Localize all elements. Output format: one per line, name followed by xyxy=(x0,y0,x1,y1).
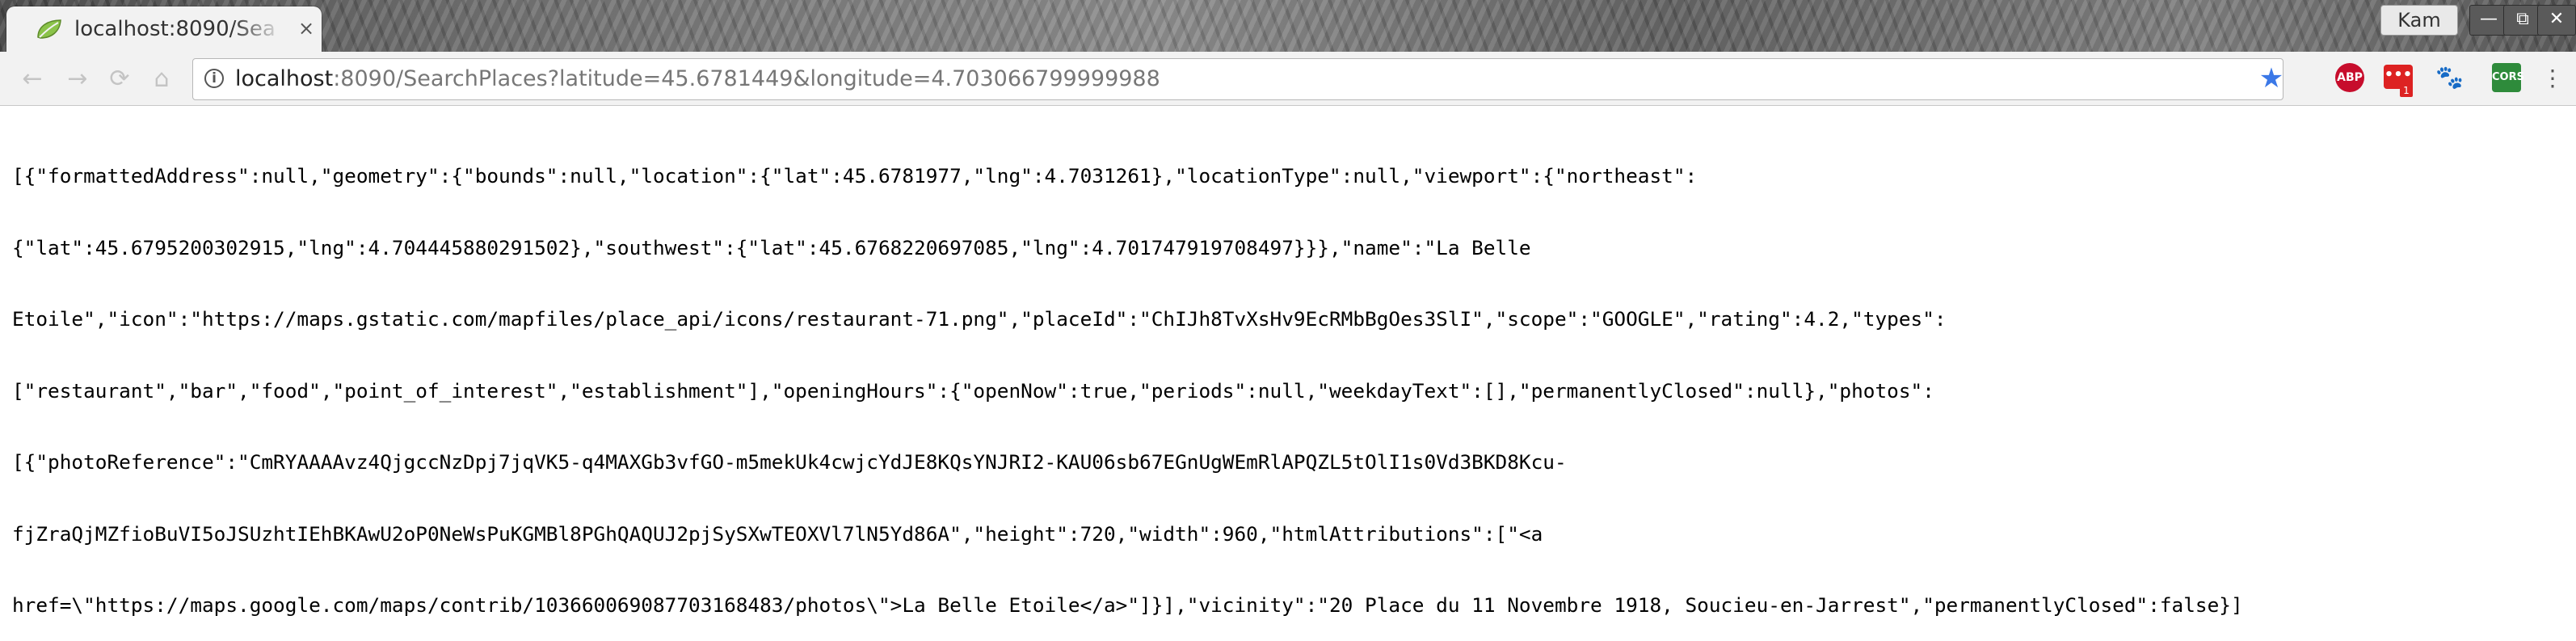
title-bar-background xyxy=(0,0,2576,52)
info-icon[interactable]: i xyxy=(204,69,224,88)
json-response: [{"formattedAddress":null,"geometry":{"b… xyxy=(12,116,2565,641)
json-line: [{"formattedAddress":null,"geometry":{"b… xyxy=(12,164,1698,188)
menu-icon[interactable]: ⋮ xyxy=(2540,65,2565,92)
paw-extension-icon[interactable]: 🐾 xyxy=(2435,63,2464,92)
url-host: localhost xyxy=(235,66,334,91)
json-line: ["restaurant","bar","food","point_of_int… xyxy=(12,378,1934,403)
json-line: href=\"https://maps.google.com/maps/cont… xyxy=(12,593,2243,617)
home-icon[interactable]: ⌂ xyxy=(145,63,178,95)
bookmark-star-icon[interactable]: ★ xyxy=(2257,64,2286,93)
profile-button[interactable]: Kam xyxy=(2380,5,2458,36)
back-arrow-icon[interactable]: ← xyxy=(16,63,48,95)
url-text[interactable]: localhost:8090/SearchPlaces?latitude=45.… xyxy=(235,66,1160,92)
tab-close-icon[interactable]: × xyxy=(294,16,318,40)
url-path: :8090/SearchPlaces?latitude=45.6781449&l… xyxy=(333,66,1160,91)
browser-toolbar: ← → ⟳ ⌂ i localhost:8090/SearchPlaces?la… xyxy=(0,52,2576,106)
minimize-button[interactable]: — xyxy=(2469,5,2508,36)
address-bar[interactable]: i localhost:8090/SearchPlaces?latitude=4… xyxy=(192,58,2283,100)
tab-title: localhost:8090/Sea xyxy=(74,17,276,41)
reload-icon[interactable]: ⟳ xyxy=(103,63,136,95)
cors-extension-icon[interactable]: CORS xyxy=(2492,63,2524,92)
json-line: Etoile","icon":"https://maps.gstatic.com… xyxy=(12,307,1947,331)
browser-tab[interactable]: localhost:8090/Sea × xyxy=(6,6,322,52)
leaf-favicon-icon xyxy=(37,19,61,39)
json-line: {"lat":45.6795200302915,"lng":4.70444588… xyxy=(12,235,1531,259)
json-line: fjZraQjMZfioBuVI5oJSUzhtIEhBKAwU2oP0NeWs… xyxy=(12,521,1543,546)
close-window-button[interactable]: ✕ xyxy=(2537,5,2576,36)
adblock-extension-icon[interactable]: ABP xyxy=(2335,63,2364,92)
extension-badge: 1 xyxy=(2400,84,2413,97)
json-line: [{"photoReference":"CmRYAAAAvz4QjgccNzDp… xyxy=(12,450,1567,474)
restore-button[interactable]: ⧉ xyxy=(2503,5,2542,36)
forward-arrow-icon[interactable]: → xyxy=(61,63,94,95)
title-bar: localhost:8090/Sea × Kam — ⧉ ✕ xyxy=(0,0,2576,52)
